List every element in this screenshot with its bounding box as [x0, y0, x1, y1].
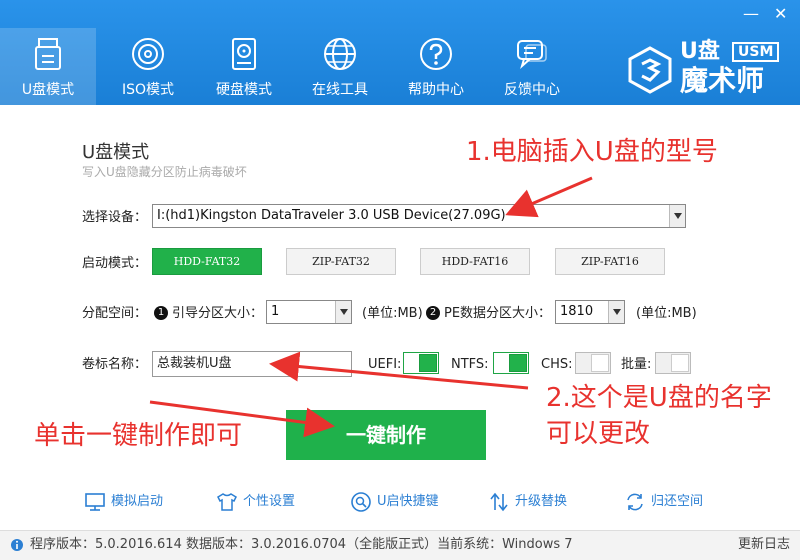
key-search-icon [351, 492, 371, 512]
tool-label: 个性设置 [243, 494, 296, 509]
arrow-to-device [505, 176, 593, 218]
status-bar: 程序版本：5.0.2016.614 数据版本：3.0.2016.0704（全能版… [0, 530, 800, 560]
changelog-link[interactable]: 更新日志 [738, 531, 790, 559]
restore-icon [627, 493, 643, 511]
info-icon [11, 539, 23, 551]
version-info: 程序版本：5.0.2016.614 数据版本：3.0.2016.0704（全能版… [30, 537, 573, 552]
upgrade-icon [490, 492, 508, 512]
monitor-icon [85, 493, 105, 511]
annotation-arrows [149, 176, 593, 438]
arrow-to-volume [269, 351, 529, 390]
arrow-to-button [149, 400, 335, 438]
shirt-icon [217, 493, 237, 511]
tool-label: U启快捷键 [377, 494, 439, 509]
tool-label: 模拟启动 [111, 494, 164, 509]
tool-label: 归还空间 [651, 494, 704, 509]
tool-label: 升级替换 [515, 494, 568, 509]
